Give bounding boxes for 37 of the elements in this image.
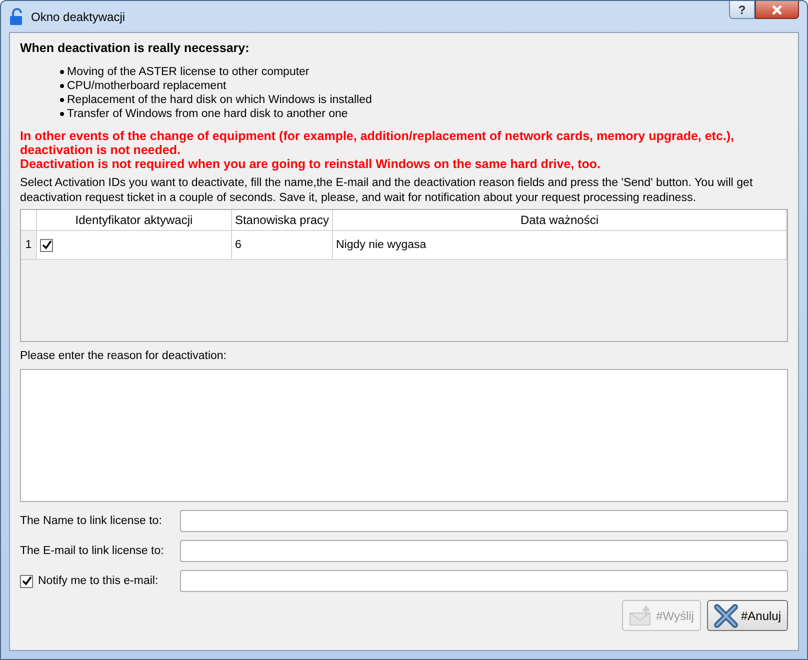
input-field[interactable] <box>180 570 788 592</box>
list-item: CPU/motherboard replacement <box>67 79 226 93</box>
list-item: Replacement of the hard disk on which Windows is installed <box>67 93 372 107</box>
reason-field[interactable] <box>20 369 788 502</box>
field-label: Notify me to this e-mail: <box>38 575 158 587</box>
cross-icon <box>714 604 738 628</box>
header-corner <box>21 210 37 231</box>
bullet-icon <box>60 112 64 116</box>
help-button[interactable]: ? <box>729 1 755 19</box>
column-header: Identyfikator aktywacji <box>37 210 232 231</box>
warning-text: Deactivation is not required when you are going to reinstall Windows on the same hard drive, too. <box>20 157 602 171</box>
warning-text: In other events of the change of equipment (for example, addition/replacement of network cards, memory upgrade, etc.), deactivation is not needed. <box>20 129 736 157</box>
close-button[interactable] <box>755 1 799 19</box>
field-label: Please enter the reason for deactivation: <box>20 350 228 362</box>
cancel-button[interactable]: #Anuluj <box>706 600 788 631</box>
bullet-icon <box>60 70 64 74</box>
envelope-icon <box>629 606 654 626</box>
table-cell: 6 <box>232 231 333 260</box>
padlock-icon <box>9 8 25 26</box>
bullet-icon <box>60 98 64 102</box>
row-number: 1 <box>21 231 37 260</box>
instruction-text: Select Activation IDs you want to deactivate, fill the name,the E-mail and the deactivation reason fields and press the 'Send' button. You will get deactivation request ticket in a couple of seconds. Save it, please, and wait for notification about your request processing readiness. <box>20 175 754 205</box>
section-heading: When deactivation is really necessary: <box>20 41 250 55</box>
list-item: Moving of the ASTER license to other computer <box>67 65 310 79</box>
bullet-icon <box>60 84 64 88</box>
table-cell: Nigdy nie wygasa <box>333 231 787 260</box>
close-icon <box>771 4 783 14</box>
list-item: Transfer of Windows from one hard disk to another one <box>67 107 348 121</box>
field-label: The Name to link license to: <box>20 515 162 527</box>
checkbox[interactable] <box>20 574 33 588</box>
input-field[interactable] <box>180 540 788 562</box>
checkbox[interactable] <box>40 238 53 252</box>
window-title: Okno deaktywacji <box>31 10 126 24</box>
input-field[interactable] <box>180 510 788 532</box>
column-header: Data ważności <box>333 210 787 231</box>
column-header: Stanowiska pracy <box>232 210 333 231</box>
field-label: The E-mail to link license to: <box>20 545 164 557</box>
